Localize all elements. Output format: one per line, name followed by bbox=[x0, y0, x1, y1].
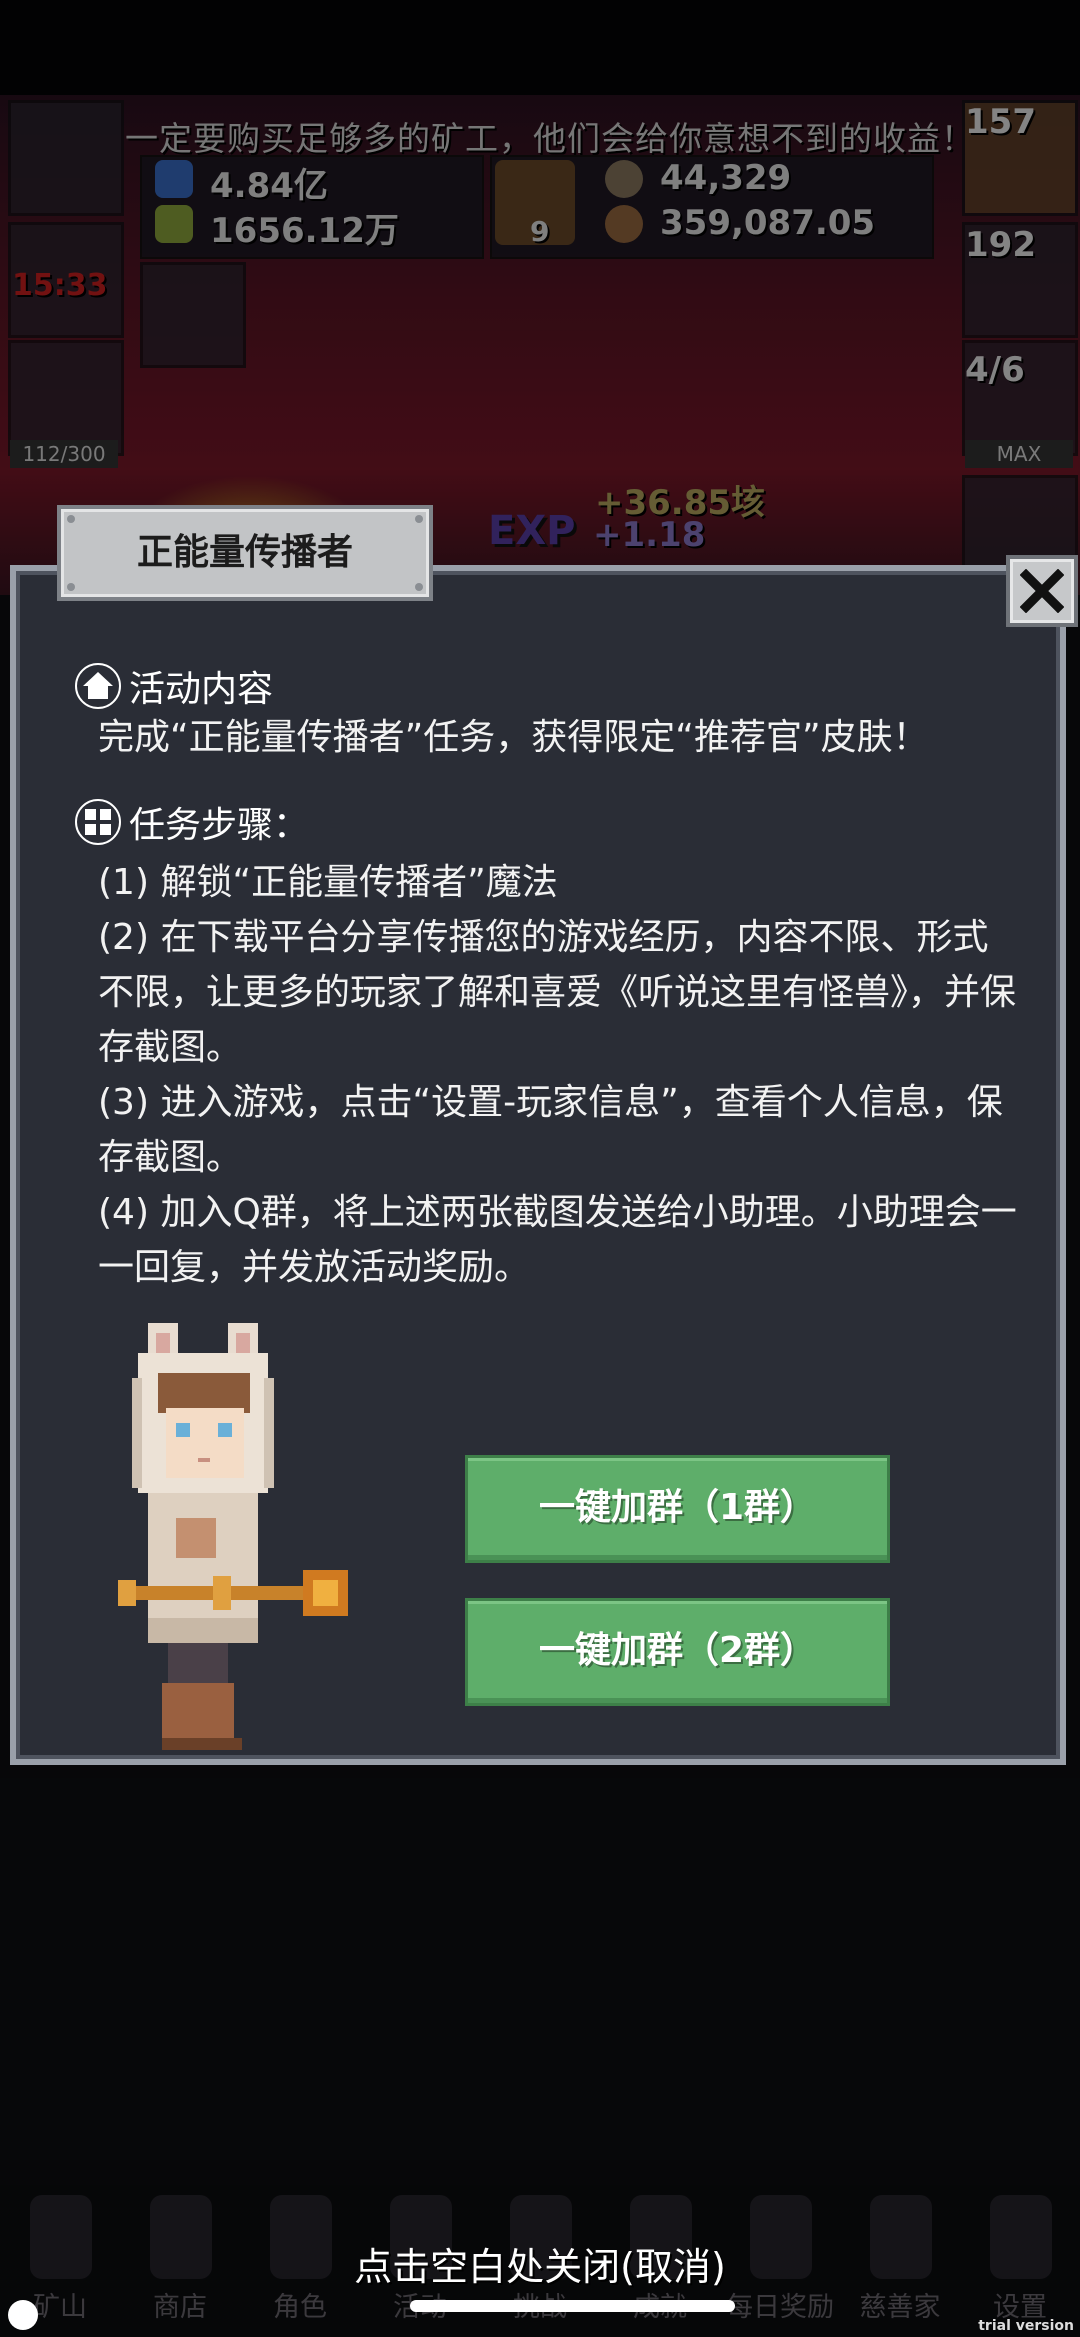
dialog-title: 正能量传播者 bbox=[136, 532, 353, 573]
assistive-dot[interactable] bbox=[8, 2300, 38, 2330]
grid-icon bbox=[75, 799, 121, 845]
section-event-content: 活动内容 bbox=[75, 660, 273, 712]
tap-to-close-hint: 点击空白处关闭(取消) bbox=[354, 2245, 726, 2289]
recommender-skin-character bbox=[118, 1323, 348, 1750]
step-3: (3) 进入游戏，点击“设置-玩家信息”，查看个人信息，保存截图。 bbox=[98, 1082, 1003, 1178]
section-task-steps: 任务步骤： bbox=[75, 796, 309, 848]
section2-title: 任务步骤： bbox=[129, 805, 310, 846]
trial-watermark: trial version bbox=[978, 2318, 1074, 2334]
dialog-title-plate: 正能量传播者 bbox=[57, 505, 433, 601]
section1-title: 活动内容 bbox=[129, 669, 274, 710]
step-1: (1) 解锁“正能量传播者”魔法 bbox=[98, 862, 558, 903]
step-4: (4) 加入Q群，将上述两张截图发送给小助理。小助理会一一回复，并发放活动奖励。 bbox=[98, 1192, 1017, 1288]
step-2: (2) 在下载平台分享传播您的游戏经历，内容不限、形式不限，让更多的玩家了解和喜… bbox=[98, 917, 1017, 1068]
home-icon bbox=[75, 663, 121, 709]
join-group-1-button[interactable]: 一键加群（1群） bbox=[465, 1455, 890, 1563]
join-group-2-button[interactable]: 一键加群（2群） bbox=[465, 1598, 890, 1706]
close-button[interactable] bbox=[1006, 555, 1078, 627]
home-indicator[interactable] bbox=[410, 2300, 735, 2312]
close-icon bbox=[1020, 569, 1064, 613]
section1-body: 完成“正能量传播者”任务，获得限定“推荐官”皮肤！ bbox=[98, 717, 929, 758]
